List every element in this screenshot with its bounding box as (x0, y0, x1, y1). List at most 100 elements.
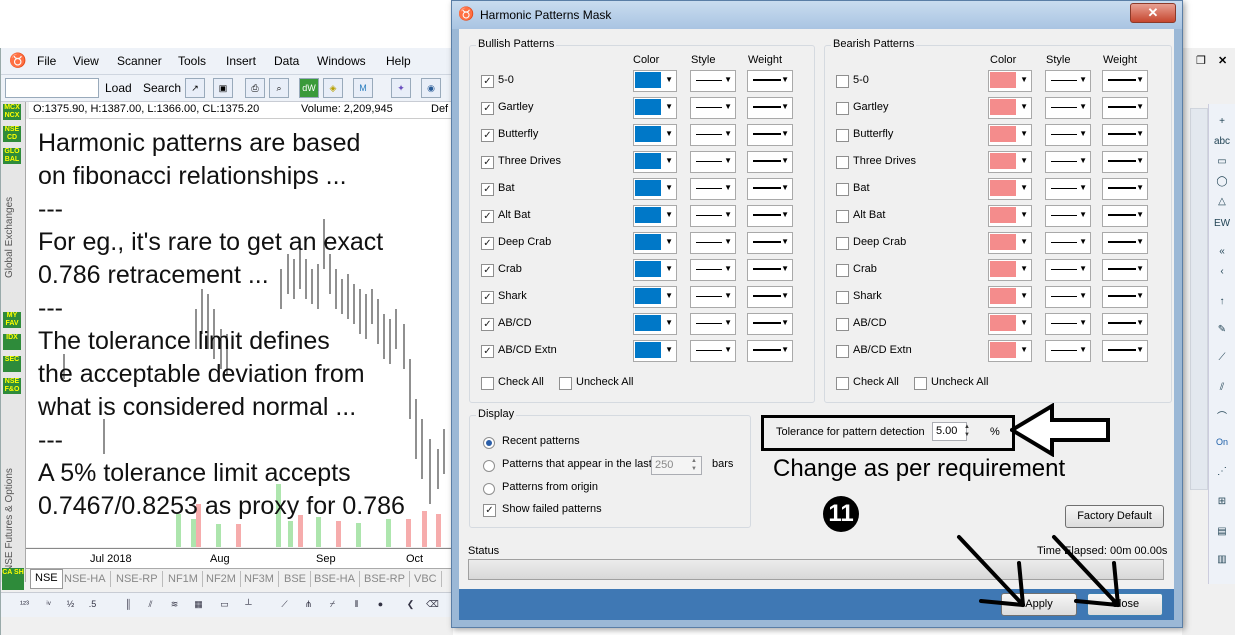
bearish-style-dropdown[interactable]: ▼ (1045, 259, 1091, 281)
dialog-titlebar[interactable]: ♉ Harmonic Patterns Mask ✕ (452, 1, 1182, 29)
nse-cd-button[interactable]: NSE CD (3, 126, 21, 142)
left-double-arrow-icon[interactable]: « (1213, 244, 1231, 260)
restore-window-icon[interactable]: ❐ (1196, 54, 1206, 67)
bearish-color-dropdown[interactable]: ▼ (988, 259, 1032, 281)
rectangle-icon[interactable]: ▭ (1213, 154, 1231, 170)
bullish-weight-dropdown[interactable]: ▼ (747, 313, 793, 335)
bearish-color-dropdown[interactable]: ▼ (988, 124, 1032, 146)
bearish-style-dropdown[interactable]: ▼ (1045, 313, 1091, 335)
bullish-pattern-checkbox[interactable]: ✓ (481, 156, 494, 169)
bullish-color-dropdown[interactable]: ▼ (633, 70, 677, 92)
bearish-check-all-checkbox[interactable] (836, 377, 849, 390)
bullish-color-dropdown[interactable]: ▼ (633, 178, 677, 200)
bullish-style-dropdown[interactable]: ▼ (690, 286, 736, 308)
bullish-style-dropdown[interactable]: ▼ (690, 340, 736, 362)
bearish-color-dropdown[interactable]: ▼ (988, 178, 1032, 200)
bearish-weight-dropdown[interactable]: ▼ (1102, 70, 1148, 92)
fib-label-icon[interactable]: .5 (85, 597, 100, 612)
bullish-pattern-checkbox[interactable]: ✓ (481, 210, 494, 223)
elliott-wave-icon[interactable]: EW (1213, 216, 1231, 232)
menu-scanner[interactable]: Scanner (117, 54, 162, 68)
tab-nse-rp[interactable]: NSE-RP (112, 571, 163, 587)
left-arrow-icon-2[interactable]: ‹ (1213, 264, 1231, 280)
ellipse-icon[interactable]: ◯ (1213, 174, 1231, 190)
tab-nf2m[interactable]: NF2M (202, 571, 241, 587)
bearish-pattern-checkbox[interactable] (836, 291, 849, 304)
bullish-color-dropdown[interactable]: ▼ (633, 286, 677, 308)
bullish-weight-dropdown[interactable]: ▼ (747, 97, 793, 119)
bearish-pattern-checkbox[interactable] (836, 237, 849, 250)
bars-icon[interactable]: ║ (121, 597, 136, 612)
globe-icon[interactable]: ◉ (421, 78, 441, 98)
bearish-weight-dropdown[interactable]: ▼ (1102, 340, 1148, 362)
bullish-color-dropdown[interactable]: ▼ (633, 124, 677, 146)
menu-view[interactable]: View (73, 54, 99, 68)
bullish-pattern-checkbox[interactable]: ✓ (481, 129, 494, 142)
bullish-style-dropdown[interactable]: ▼ (690, 232, 736, 254)
bullish-style-dropdown[interactable]: ▼ (690, 313, 736, 335)
bullish-uncheck-all-checkbox[interactable] (559, 377, 572, 390)
cursor-icon[interactable]: ↗ (185, 78, 205, 98)
bullish-color-dropdown[interactable]: ▼ (633, 259, 677, 281)
bearish-color-dropdown[interactable]: ▼ (988, 286, 1032, 308)
bullish-pattern-checkbox[interactable]: ✓ (481, 345, 494, 358)
bullish-pattern-checkbox[interactable]: ✓ (481, 102, 494, 115)
tab-nse[interactable]: NSE (30, 569, 63, 589)
cash-button[interactable]: CA SH (2, 568, 24, 590)
bearish-weight-dropdown[interactable]: ▼ (1102, 205, 1148, 227)
patterns-from-origin-radio[interactable] (483, 483, 495, 495)
cycle-lines-icon[interactable]: ⦀ (349, 597, 364, 612)
bearish-style-dropdown[interactable]: ▼ (1045, 124, 1091, 146)
sec-button[interactable]: SEC (3, 356, 21, 372)
bearish-color-dropdown[interactable]: ▼ (988, 97, 1032, 119)
crosshair-icon[interactable]: + (1213, 114, 1231, 130)
close-window-icon[interactable]: ✕ (1218, 54, 1227, 67)
bearish-weight-dropdown[interactable]: ▼ (1102, 286, 1148, 308)
bearish-pattern-checkbox[interactable] (836, 156, 849, 169)
bearish-color-dropdown[interactable]: ▼ (988, 205, 1032, 227)
bearish-style-dropdown[interactable]: ▼ (1045, 97, 1091, 119)
triangle-icon[interactable]: △ (1213, 194, 1231, 210)
bearish-weight-dropdown[interactable]: ▼ (1102, 151, 1148, 173)
load-button[interactable]: Load (105, 81, 132, 95)
bearish-pattern-checkbox[interactable] (836, 345, 849, 358)
bullish-pattern-checkbox[interactable]: ✓ (481, 75, 494, 88)
bullish-color-dropdown[interactable]: ▼ (633, 205, 677, 227)
bullish-pattern-checkbox[interactable]: ✓ (481, 291, 494, 304)
text-icon[interactable]: abc (1213, 134, 1231, 150)
grid-icon[interactable]: ▦ (191, 597, 206, 612)
global-button[interactable]: GLO BAL (3, 148, 21, 164)
bullish-style-dropdown[interactable]: ▼ (690, 205, 736, 227)
bullish-color-dropdown[interactable]: ▼ (633, 97, 677, 119)
menu-data[interactable]: Data (274, 54, 299, 68)
up-arrow-icon[interactable]: ↑ (1213, 294, 1231, 310)
last-bars-radio[interactable] (483, 460, 495, 472)
weekly-icon[interactable]: dW (299, 78, 319, 98)
menu-tools[interactable]: Tools (178, 54, 206, 68)
pitchfork-icon[interactable]: ⋔ (301, 597, 316, 612)
bearish-style-dropdown[interactable]: ▼ (1045, 340, 1091, 362)
period-icon[interactable]: ┴ (241, 597, 256, 612)
grid-tool-icon[interactable]: ⊞ (1213, 494, 1231, 510)
arc-icon[interactable]: ≋ (167, 597, 182, 612)
bearish-style-dropdown[interactable]: ▼ (1045, 151, 1091, 173)
gann-icon[interactable]: ⌿ (325, 597, 340, 612)
bullish-color-dropdown[interactable]: ▼ (633, 340, 677, 362)
record-icon[interactable]: ● (373, 597, 388, 612)
bearish-color-dropdown[interactable]: ▼ (988, 313, 1032, 335)
mcx-button[interactable]: MCX NCX (3, 104, 21, 120)
bullish-style-dropdown[interactable]: ▼ (690, 178, 736, 200)
on-toggle-icon[interactable]: On (1213, 434, 1231, 450)
bullish-style-dropdown[interactable]: ▼ (690, 151, 736, 173)
channel-icon[interactable]: ⫽ (1213, 380, 1231, 396)
market-icon[interactable]: M (353, 78, 373, 98)
erase-icon[interactable]: ⌫ (425, 597, 440, 612)
bullish-weight-dropdown[interactable]: ▼ (747, 286, 793, 308)
bullish-pattern-checkbox[interactable]: ✓ (481, 318, 494, 331)
symbol-input[interactable] (5, 78, 99, 98)
bearish-weight-dropdown[interactable]: ▼ (1102, 313, 1148, 335)
bearish-style-dropdown[interactable]: ▼ (1045, 178, 1091, 200)
menu-help[interactable]: Help (386, 54, 411, 68)
box-icon[interactable]: ▭ (217, 597, 232, 612)
tab-bse-rp[interactable]: BSE-RP (360, 571, 410, 587)
